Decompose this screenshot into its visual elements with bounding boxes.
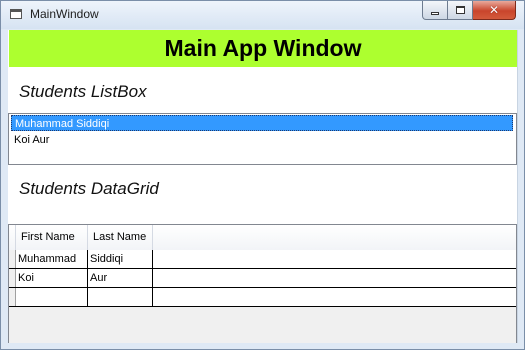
datagrid-heading: Students DataGrid	[19, 179, 159, 198]
maximize-icon	[455, 6, 465, 14]
row-header[interactable]	[9, 288, 16, 306]
row-header[interactable]	[9, 269, 16, 287]
close-button[interactable]: ✕	[473, 1, 516, 20]
minimize-button[interactable]	[422, 1, 448, 20]
close-icon: ✕	[488, 3, 500, 17]
datagrid-header-row: First Name Last Name	[9, 225, 516, 251]
cell-first-name[interactable]	[16, 288, 88, 306]
cell-last-name[interactable]: Siddiqi	[88, 250, 153, 268]
window-title: MainWindow	[30, 7, 99, 21]
title-bar[interactable]: MainWindow ✕	[1, 1, 524, 29]
cell-first-name[interactable]: Koi	[16, 269, 88, 287]
page-title: Main App Window	[164, 35, 362, 61]
cell-last-name[interactable]	[88, 288, 153, 306]
list-item[interactable]: Koi Aur	[11, 132, 513, 148]
list-item[interactable]: Muhammad Siddiqi	[11, 115, 513, 131]
select-all-corner[interactable]	[9, 225, 16, 250]
cell-first-name[interactable]: Muhammad	[16, 250, 88, 268]
minimize-icon	[431, 11, 439, 15]
caption-buttons: ✕	[422, 1, 516, 21]
students-listbox[interactable]: Muhammad Siddiqi Koi Aur	[8, 113, 517, 165]
header-banner: Main App Window	[9, 30, 517, 67]
window-edge	[517, 30, 518, 343]
table-row[interactable]: Muhammad Siddiqi	[9, 250, 516, 269]
column-header-last-name[interactable]: Last Name	[88, 225, 153, 250]
column-header-first-name[interactable]: First Name	[16, 225, 88, 250]
students-datagrid[interactable]: First Name Last Name Muhammad Siddiqi Ko…	[8, 224, 517, 343]
maximize-button[interactable]	[448, 1, 473, 20]
row-header[interactable]	[9, 250, 16, 268]
listbox-heading: Students ListBox	[19, 82, 147, 101]
table-row[interactable]: Koi Aur	[9, 269, 516, 288]
client-area: Main App Window Students ListBox Muhamma…	[8, 30, 517, 343]
window-app-icon[interactable]	[10, 9, 22, 19]
new-item-row[interactable]	[9, 288, 516, 307]
cell-last-name[interactable]: Aur	[88, 269, 153, 287]
main-window: MainWindow ✕ Main App Window Students Li…	[0, 0, 525, 350]
datagrid-body: Muhammad Siddiqi Koi Aur	[9, 250, 516, 307]
